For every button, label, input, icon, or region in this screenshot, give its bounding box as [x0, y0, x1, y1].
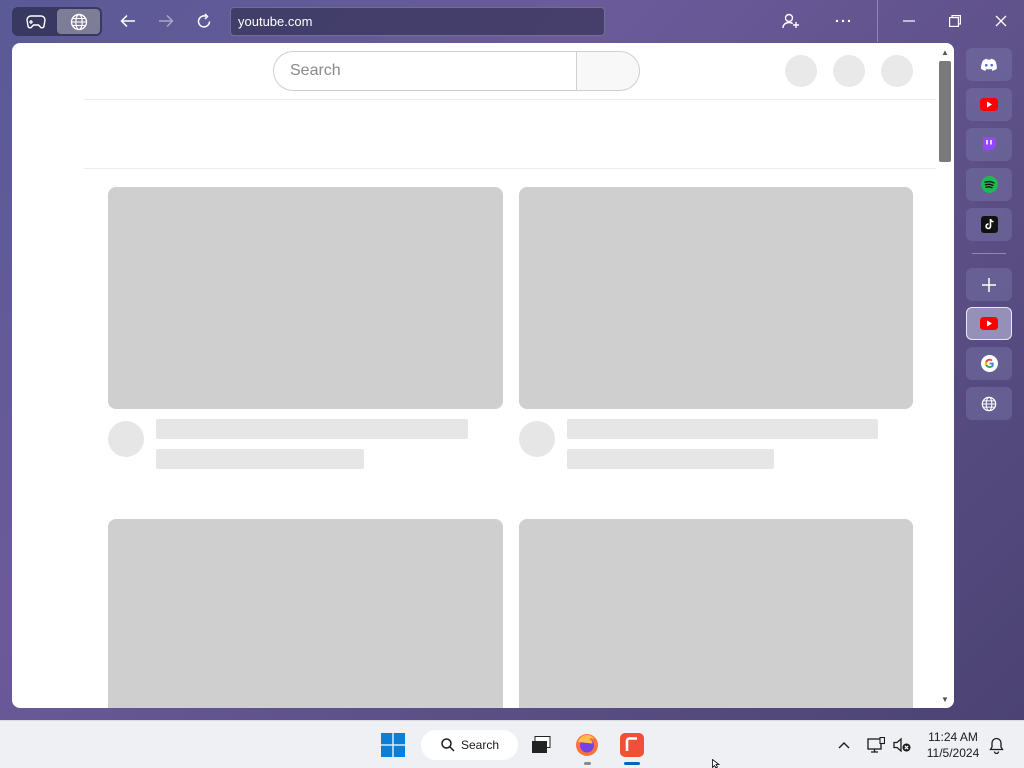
header-icon-placeholder[interactable] [785, 55, 817, 87]
notifications-button[interactable] [984, 729, 1008, 761]
close-icon [995, 15, 1007, 27]
minimize-button[interactable] [895, 8, 923, 34]
task-view-button[interactable] [525, 729, 557, 761]
header-icon-placeholder[interactable] [833, 55, 865, 87]
video-meta-placeholder [567, 449, 774, 469]
gamepad-icon [25, 14, 46, 28]
address-bar[interactable]: youtube.com [230, 7, 605, 36]
dock-divider [972, 253, 1006, 254]
tab-youtube[interactable] [966, 307, 1012, 340]
show-hidden-icons-button[interactable] [829, 729, 859, 761]
chips-divider [84, 168, 936, 169]
start-button[interactable] [377, 729, 409, 761]
network-icon [867, 737, 885, 753]
clock-date: 11/5/2024 [926, 746, 980, 760]
firefox-icon [576, 734, 598, 756]
youtube-icon [980, 317, 998, 330]
clock[interactable]: 11:24 AM 11/5/2024 [920, 729, 986, 761]
chevron-up-icon [838, 742, 850, 749]
arrow-left-icon [120, 14, 135, 28]
maximize-button[interactable] [941, 8, 969, 34]
spotify-icon [980, 176, 998, 193]
task-view-icon [532, 736, 551, 753]
browser-toolbar: youtube.com [0, 0, 1024, 42]
scrollbar[interactable]: ▲ ▼ [938, 43, 954, 708]
app-icon [620, 733, 644, 757]
video-thumbnail-placeholder[interactable] [108, 519, 503, 708]
taskbar-search[interactable]: Search [421, 730, 518, 760]
mode-switcher [12, 7, 102, 36]
tab-web[interactable] [966, 387, 1012, 420]
forward-button[interactable] [155, 10, 177, 32]
web-mode-button[interactable] [57, 9, 100, 34]
restore-icon [949, 15, 961, 27]
taskbar-app[interactable] [616, 729, 648, 761]
gamepad-mode-button[interactable] [14, 9, 57, 34]
minimize-icon [903, 20, 915, 22]
arrow-right-icon [159, 14, 174, 28]
windows-icon [381, 733, 405, 757]
add-icon [982, 277, 996, 292]
add-profile-button[interactable] [777, 8, 805, 34]
back-button[interactable] [117, 10, 139, 32]
volume-button[interactable] [888, 729, 916, 761]
new-tab-button[interactable] [966, 268, 1012, 301]
reload-button[interactable] [193, 10, 215, 32]
more-horizontal-icon [835, 19, 851, 23]
scroll-down-icon[interactable]: ▼ [940, 694, 950, 704]
channel-avatar-placeholder [519, 421, 555, 457]
clock-time: 11:24 AM [928, 730, 978, 744]
toolbar-divider [877, 0, 878, 42]
avatar-placeholder[interactable] [881, 55, 913, 87]
tiktok-icon [980, 216, 998, 233]
video-title-placeholder [156, 419, 468, 439]
scroll-up-icon[interactable]: ▲ [940, 47, 950, 57]
video-thumbnail-placeholder[interactable] [108, 187, 503, 409]
video-meta-placeholder [156, 449, 364, 469]
app-active-indicator [624, 762, 640, 765]
dock-youtube-button[interactable] [966, 88, 1012, 121]
video-title-placeholder [567, 419, 878, 439]
globe-icon [981, 396, 997, 411]
twitch-icon [983, 136, 996, 152]
taskbar: Search 11:24 AM 11/5/2024 [0, 720, 1024, 768]
header-divider [84, 99, 936, 100]
channel-avatar-placeholder [108, 421, 144, 457]
tab-google[interactable] [966, 347, 1012, 380]
volume-muted-icon [893, 737, 911, 753]
dock-tiktok-button[interactable] [966, 208, 1012, 241]
scrollbar-thumb[interactable] [939, 61, 951, 162]
taskbar-search-label: Search [461, 738, 500, 752]
google-icon [980, 355, 998, 372]
youtube-icon [980, 98, 998, 111]
bell-icon [988, 737, 1004, 754]
network-button[interactable] [862, 729, 890, 761]
discord-icon [980, 58, 997, 71]
dock-spotify-button[interactable] [966, 168, 1012, 201]
taskbar-firefox[interactable] [571, 729, 603, 761]
web-content: Search ▲ ▼ [12, 43, 954, 708]
person-add-icon [782, 13, 799, 29]
search-button[interactable] [576, 51, 640, 91]
firefox-running-indicator [584, 762, 591, 765]
search-icon [441, 738, 455, 752]
dock-twitch-button[interactable] [966, 128, 1012, 161]
search-input[interactable]: Search [273, 51, 577, 91]
video-thumbnail-placeholder[interactable] [519, 519, 913, 708]
mouse-cursor-icon [712, 759, 720, 768]
reload-icon [197, 13, 211, 28]
globe-icon [70, 13, 87, 30]
more-options-button[interactable] [829, 8, 857, 34]
video-thumbnail-placeholder[interactable] [519, 187, 913, 409]
close-button[interactable] [987, 8, 1015, 34]
dock-discord-button[interactable] [966, 48, 1012, 81]
